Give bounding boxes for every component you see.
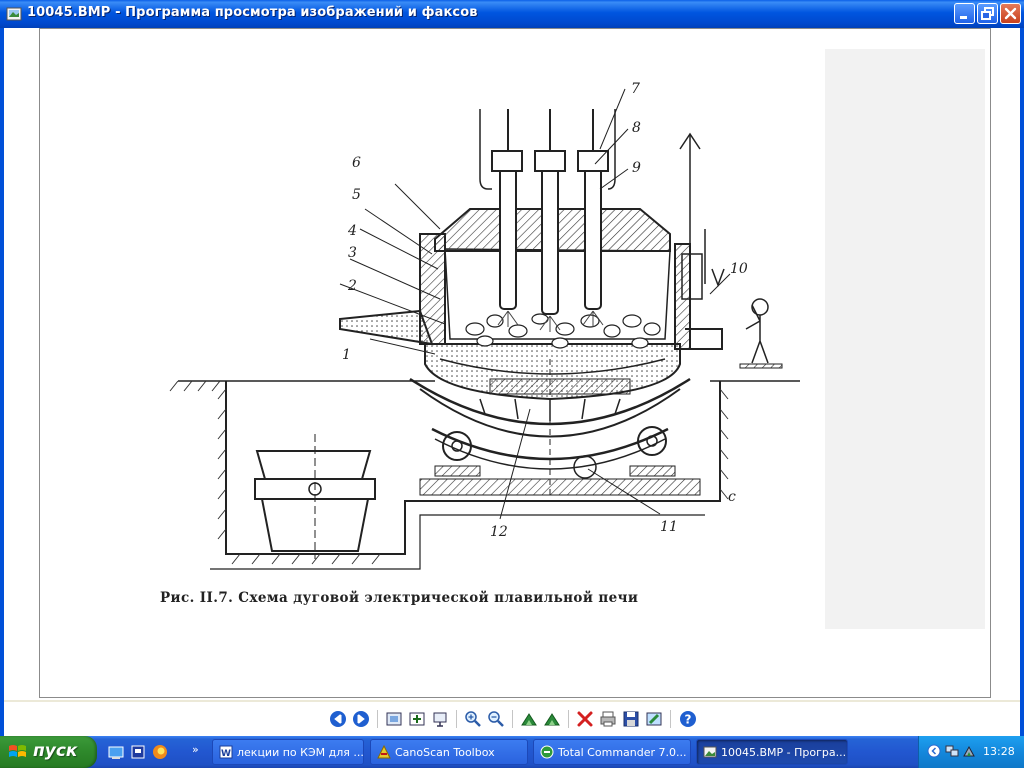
toolbar-separator	[512, 710, 513, 728]
start-button-label: пуск	[33, 741, 78, 761]
window-title-bar[interactable]: 10045.BMP - Программа просмотра изображе…	[0, 0, 1024, 28]
maximize-button[interactable]	[977, 3, 998, 24]
zoom-out-icon[interactable]	[487, 710, 505, 728]
actual-size-icon[interactable]	[408, 710, 426, 728]
help-icon[interactable]: ?	[679, 710, 697, 728]
save-icon[interactable]	[622, 710, 640, 728]
image-viewer-icon	[6, 7, 22, 21]
canoscan-icon	[377, 745, 391, 759]
toolbar-separator	[377, 710, 378, 728]
toolbar-separator	[568, 710, 569, 728]
window-border-right	[1020, 28, 1024, 736]
word-document-icon: W	[219, 745, 233, 759]
diagram-label-3: 3	[348, 245, 357, 261]
diagram-label-2: 2	[348, 278, 357, 294]
diagram-label-7: 7	[631, 81, 640, 97]
taskbar-item-image-viewer[interactable]: 10045.BMP - Програ...	[696, 739, 848, 765]
best-fit-icon[interactable]	[385, 710, 403, 728]
image-view-area[interactable]: 7 8 9 6 5 4 3 2 1 10 11 12 c Рис. II.7. …	[4, 28, 1020, 700]
toolbar-separator	[456, 710, 457, 728]
print-icon[interactable]	[599, 710, 617, 728]
diagram-label-c: c	[728, 489, 736, 505]
system-tray: 13:28	[918, 736, 1024, 768]
taskbar-item-word-document[interactable]: W лекции по КЭМ для ...	[212, 739, 364, 765]
taskbar-item-canoscan[interactable]: CanoScan Toolbox	[370, 739, 528, 765]
diagram-label-8: 8	[632, 120, 641, 136]
slideshow-icon[interactable]	[431, 710, 449, 728]
network-icon[interactable]	[945, 744, 959, 758]
svg-text:?: ?	[685, 713, 692, 727]
image-viewer-icon	[703, 746, 717, 758]
diagram-label-10: 10	[730, 261, 748, 277]
safely-remove-hardware-icon[interactable]	[962, 744, 976, 758]
taskbar-item-label: Total Commander 7.0...	[558, 746, 687, 759]
viewer-toolbar: ?	[4, 702, 1020, 736]
edit-icon[interactable]	[645, 710, 663, 728]
diagram-label-12: 12	[490, 524, 508, 540]
next-image-icon[interactable]	[352, 710, 370, 728]
zoom-in-icon[interactable]	[464, 710, 482, 728]
diagram-label-4: 4	[348, 223, 357, 239]
rotate-clockwise-icon[interactable]	[520, 710, 538, 728]
taskbar-item-label: лекции по КЭМ для ...	[237, 746, 364, 759]
window-title: 10045.BMP - Программа просмотра изображе…	[27, 5, 478, 20]
previous-image-icon[interactable]	[329, 710, 347, 728]
delete-icon[interactable]	[576, 710, 594, 728]
scanned-image: 7 8 9 6 5 4 3 2 1 10 11 12 c Рис. II.7. …	[39, 28, 991, 698]
figure-caption: Рис. II.7. Схема дуговой электрической п…	[160, 590, 639, 606]
taskbar-item-label: CanoScan Toolbox	[395, 746, 495, 759]
firefox-icon[interactable]	[152, 744, 168, 760]
system-clock: 13:28	[983, 745, 1015, 758]
toolbar-separator	[670, 710, 671, 728]
diagram-label-9: 9	[632, 160, 641, 176]
tray-expand-icon[interactable]	[927, 744, 941, 758]
diagram-label-6: 6	[352, 155, 361, 171]
total-commander-icon	[540, 745, 554, 759]
quick-launch-chevron[interactable]: »	[192, 743, 199, 756]
windows-logo-icon	[9, 745, 26, 757]
diagram-label-5: 5	[352, 187, 361, 203]
svg-text:W: W	[221, 749, 231, 759]
show-desktop-icon[interactable]	[108, 744, 124, 760]
taskbar-item-label: 10045.BMP - Програ...	[721, 746, 847, 759]
diagram-label-1: 1	[342, 347, 351, 363]
minimize-button[interactable]	[954, 3, 975, 24]
viewer-window: 7 8 9 6 5 4 3 2 1 10 11 12 c Рис. II.7. …	[0, 28, 1024, 736]
taskbar: пуск » W лекции по КЭМ для ... CanoScan …	[0, 736, 1024, 768]
close-button[interactable]	[1000, 3, 1021, 24]
rotate-counterclockwise-icon[interactable]	[543, 710, 561, 728]
diagram-label-11: 11	[660, 519, 678, 535]
taskbar-item-total-commander[interactable]: Total Commander 7.0...	[533, 739, 691, 765]
start-button[interactable]: пуск	[0, 736, 97, 768]
media-player-icon[interactable]	[130, 744, 146, 760]
